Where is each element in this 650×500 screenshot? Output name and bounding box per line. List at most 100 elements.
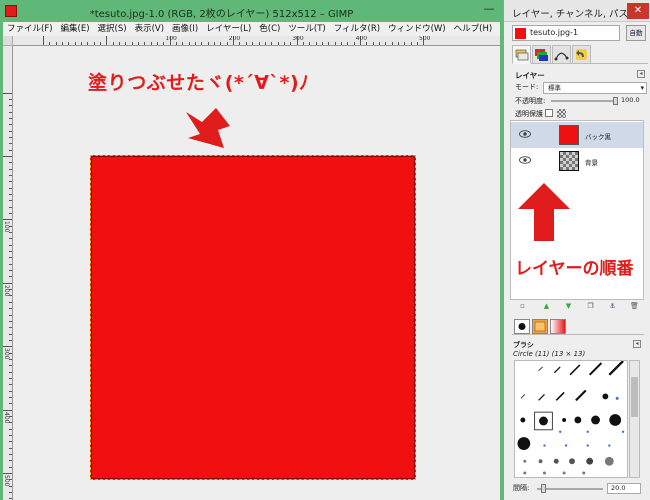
spacing-slider-handle[interactable]: [541, 484, 546, 493]
ruler-tick: [302, 42, 304, 45]
eye-icon[interactable]: [519, 130, 531, 138]
eye-icon[interactable]: [519, 156, 531, 164]
ruler-tick: [3, 409, 12, 411]
menu-select[interactable]: 選択(S): [94, 22, 131, 36]
spacing-slider-track[interactable]: [537, 488, 603, 490]
layer-name[interactable]: 背景: [585, 157, 598, 167]
ruler-tick: [3, 156, 12, 157]
ruler-label: 200: [228, 36, 241, 42]
ruler-label: 500: [3, 475, 10, 487]
duplicate-layer-icon[interactable]: ❐: [586, 302, 595, 311]
ruler-tick: [9, 447, 12, 449]
tab-brushes[interactable]: [514, 319, 530, 334]
ruler-tick: [214, 42, 216, 45]
brush-scrollbar[interactable]: [629, 360, 640, 478]
tab-undo-history[interactable]: [572, 45, 591, 64]
ruler-label: 400: [355, 36, 368, 42]
opacity-label: 不透明度:: [515, 97, 546, 105]
brush-row-strokes: [520, 361, 624, 402]
menu-edit[interactable]: 編集(E): [57, 22, 94, 36]
selected-brush-name: Circle (11) (13 × 13): [513, 350, 586, 358]
ruler-tick: [334, 42, 336, 45]
layers-tab-icon: [515, 49, 529, 61]
menu-layer[interactable]: レイヤー(L): [202, 22, 255, 36]
ruler-tick: [347, 42, 349, 45]
ruler-tick: [9, 390, 12, 392]
lock-alpha-checkbox[interactable]: [545, 109, 553, 117]
close-button[interactable]: ✕: [627, 3, 649, 19]
opacity-slider-handle[interactable]: [613, 97, 618, 105]
ruler-tick: [220, 42, 222, 45]
canvas-area[interactable]: 塗りつぶせたヾ(*´∀`*)ﾉ: [13, 46, 500, 500]
menu-filters[interactable]: フィルタ(R): [330, 22, 384, 36]
ruler-tick: [3, 473, 12, 474]
delete-layer-icon[interactable]: 🗑: [630, 302, 639, 311]
spacing-value[interactable]: 20.0: [607, 483, 641, 494]
opacity-slider-track[interactable]: [551, 100, 617, 102]
tab-channels[interactable]: [532, 45, 551, 64]
brush-tabs: [512, 318, 644, 335]
menu-image[interactable]: 画像(I): [168, 22, 202, 36]
menu-windows[interactable]: ウィンドウ(W): [384, 22, 450, 36]
menu-tools[interactable]: ツール(T): [284, 22, 329, 36]
menu-file[interactable]: ファイル(F): [3, 22, 57, 36]
new-layer-icon[interactable]: ▫: [518, 302, 527, 311]
ruler-label: 300: [292, 36, 304, 42]
lock-label: 透明保護: [515, 110, 543, 118]
ruler-tick: [9, 270, 12, 272]
ruler-tick: [353, 42, 355, 45]
image-window: *tesuto.jpg-1.0 (RGB, 2枚のレイヤー) 512x512 –…: [0, 0, 503, 500]
ruler-tick: [9, 124, 12, 126]
opacity-value[interactable]: 100.0: [621, 96, 640, 104]
ruler-tick: [157, 42, 159, 45]
tab-gradients[interactable]: [550, 319, 566, 334]
vertical-ruler[interactable]: 100 200 300 400 500: [3, 46, 13, 500]
menu-view[interactable]: 表示(V): [131, 22, 168, 36]
ruler-tick: [9, 327, 12, 329]
ruler-tick: [9, 136, 12, 138]
mode-dropdown[interactable]: 標準 ▾: [543, 82, 647, 94]
image-selector[interactable]: tesuto.jpg-1: [512, 25, 620, 41]
ruler-tick: [49, 42, 51, 45]
menu-help[interactable]: ヘルプ(H): [450, 22, 497, 36]
auto-button[interactable]: 自動: [626, 25, 646, 41]
ruler-corner-button[interactable]: [3, 36, 13, 46]
ruler-tick: [9, 428, 12, 430]
annotation-filled-text: 塗りつぶせたヾ(*´∀`*)ﾉ: [88, 72, 310, 94]
layer-row[interactable]: バック黒: [511, 122, 643, 148]
lock-row: 透明保護: [515, 109, 648, 119]
tab-paths[interactable]: [552, 45, 571, 64]
menu-colors[interactable]: 色(C): [255, 22, 284, 36]
layer-row[interactable]: 背景: [511, 148, 643, 174]
tab-patterns[interactable]: [532, 319, 548, 334]
ruler-tick: [9, 492, 12, 494]
ruler-label: 100: [165, 36, 177, 42]
ruler-tick: [9, 162, 12, 164]
dock-tabs: [512, 45, 648, 64]
tab-layers[interactable]: [512, 45, 531, 64]
minimize-button[interactable]: —: [478, 3, 500, 18]
panel-menu-icon[interactable]: ◂: [633, 340, 641, 348]
raise-layer-icon[interactable]: ▲: [542, 302, 551, 311]
ruler-tick: [9, 441, 12, 443]
red-image-canvas[interactable]: [90, 155, 416, 480]
scrollbar-handle[interactable]: [631, 377, 638, 417]
ruler-tick: [9, 251, 12, 253]
ruler-tick: [366, 42, 368, 45]
ruler-tick: [277, 42, 279, 45]
ruler-tick: [3, 92, 12, 94]
ruler-tick: [245, 42, 247, 45]
ruler-tick: [42, 36, 44, 45]
panel-menu-icon[interactable]: ◂: [637, 70, 645, 78]
ruler-tick: [195, 42, 197, 45]
ruler-tick: [9, 339, 12, 341]
anchor-layer-icon[interactable]: ⚓: [608, 302, 617, 311]
brush-grid[interactable]: [514, 360, 628, 478]
ruler-tick: [9, 238, 12, 240]
ruler-label: 300: [3, 348, 10, 360]
undo-tab-icon: [576, 49, 587, 60]
layer-name[interactable]: バック黒: [585, 131, 611, 141]
horizontal-ruler[interactable]: 100 200 300 400 500: [13, 36, 500, 46]
ruler-tick: [9, 187, 12, 189]
lower-layer-icon[interactable]: ▼: [564, 302, 573, 311]
